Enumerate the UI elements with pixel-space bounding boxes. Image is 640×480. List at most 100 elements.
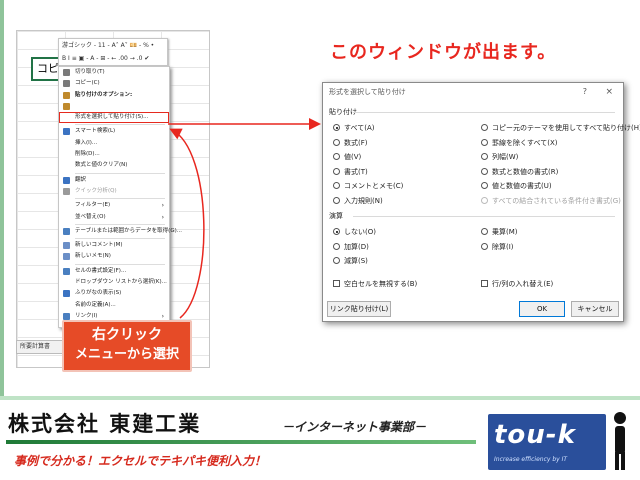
context-menu-item[interactable] [59,101,169,112]
skip-blanks-checkbox[interactable]: 空白セルを無視する(B) [333,279,417,289]
context-menu-item[interactable]: 翻訳 [59,175,169,186]
menu-item-label: フィルター(E) [75,202,111,209]
context-menu-item[interactable]: 切り取り(T) [59,67,169,78]
cancel-button[interactable]: キャンセル [571,301,619,317]
radio-label: すべて(A) [344,124,375,132]
context-menu-item[interactable]: ふりがなの表示(S) [59,288,169,299]
menu-separator [75,124,165,126]
context-menu-item[interactable]: ドロップダウン リストから選択(K)... [59,277,169,288]
context-menu-item[interactable]: 新しいメモ(N) [59,251,169,262]
context-menu-item[interactable]: 貼り付けのオプション: [59,90,169,101]
menu-item-icon [63,80,70,88]
radio-button [481,228,488,235]
help-icon[interactable]: ? [583,83,587,101]
radio-button [333,124,340,131]
menu-item-icon [63,242,70,250]
menu-item-icon [63,290,70,298]
radio-option[interactable]: 除算(I) [481,242,514,252]
menu-item-label: ふりがなの表示(S) [75,290,122,297]
context-menu-item[interactable]: セルの書式設定(F)... [59,266,169,277]
radio-option[interactable]: 入力規則(N) [333,196,383,206]
checkbox-box [481,280,488,287]
radio-label: しない(O) [344,228,376,236]
radio-button [481,196,488,204]
menu-item-icon [63,312,70,320]
checkbox-box [333,280,340,287]
headline: このウィンドウが出ます。 [330,42,557,63]
radio-option[interactable]: 数式(F) [333,138,368,148]
menu-item-label: 貼り付けのオプション: [75,91,133,98]
menu-item-label: コピー(C) [75,80,100,87]
transpose-checkbox[interactable]: 行/列の入れ替え(E) [481,279,553,289]
menu-separator [75,223,165,225]
radio-option[interactable]: コピー元のテーマを使用してすべて貼り付け(H) [481,123,640,133]
radio-option[interactable]: 列幅(W) [481,152,518,162]
menu-item-label: 挿入(I)... [75,139,98,146]
radio-label: 減算(S) [344,257,368,265]
radio-button [333,196,340,204]
context-menu-item[interactable]: 削除(D)... [59,149,169,160]
context-menu-item[interactable]: 並べ替え(O) › [59,212,169,223]
menu-item-label: スマート検索(L) [75,128,116,135]
person-icon [614,412,626,470]
menu-separator [75,238,165,240]
company-logo: tou-k Increase efficiency by IT [488,406,634,476]
menu-item-label: 削除(D)... [75,151,100,158]
callout-line2: メニューから選択 [74,347,179,362]
chevron-right-icon: › [161,202,164,210]
context-menu-item[interactable]: 形式を選択して貼り付け(S)... [59,112,169,124]
radio-label: コピー元のテーマを使用してすべて貼り付け(H) [492,124,640,132]
menu-item-label: 新しいメモ(N) [75,253,111,260]
context-menu-item[interactable]: テーブルまたは範囲からデータを取得(G)... [59,226,182,237]
department-name: －インターネット事業部－ [282,420,427,434]
menu-item-icon [63,253,70,261]
menu-item-icon [63,176,70,184]
context-menu-item[interactable]: クイック分析(Q) [59,186,169,197]
menu-item-label: テーブルまたは範囲からデータを取得(G)... [75,227,182,234]
context-menu-item[interactable]: 数式と値のクリア(N) [59,160,169,171]
radio-option[interactable]: 乗算(M) [481,227,518,237]
logo-text: tou-k [494,420,576,450]
menu-item-icon [63,102,70,110]
skip-blanks-label: 空白セルを無視する(B) [344,280,418,288]
radio-button [333,242,340,250]
context-menu-item[interactable]: フィルター(E) › [59,200,169,211]
menu-separator [75,198,165,200]
radio-label: 列幅(W) [492,153,519,161]
close-icon[interactable]: × [605,83,613,101]
radio-label: 罫線を除くすべて(X) [492,138,558,147]
context-menu-item[interactable]: 挿入(I)... [59,138,169,149]
radio-button [333,228,340,235]
logo-subtext: Increase efficiency by IT [494,456,568,463]
mini-toolbar[interactable]: 游ゴシック - 11 - A˄ A˅ 💴 - % • B I ≡ ▣ - A -… [58,38,168,66]
menu-item-icon [63,267,70,275]
menu-item-label: リンク(I) [75,312,98,319]
context-menu-item[interactable]: 新しいコメント(M) [59,240,169,251]
radio-option[interactable]: 値(V) [333,152,361,162]
radio-option[interactable]: 減算(S) [333,256,368,266]
radio-option[interactable]: コメントとメモ(C) [333,181,403,191]
mini-toolbar-format-row[interactable]: B I ≡ ▣ - A - ⊞ - ← .00 → .0 ✔ [59,52,167,65]
menu-item-icon [63,187,70,195]
sheet-tab[interactable]: 所要計算書 [16,340,64,354]
radio-option[interactable]: すべて(A) [333,123,374,133]
green-underline [6,440,476,444]
radio-option: すべての結合されている条件付き書式(G) [481,196,621,206]
context-menu-item[interactable]: 名前の定義(A)... [59,300,169,311]
ok-button[interactable]: OK [519,301,565,317]
paste-link-button[interactable]: リンク貼り付け(L) [327,301,391,317]
radio-option[interactable]: 値と数値の書式(U) [481,181,552,191]
radio-option[interactable]: 罫線を除くすべて(X) [481,138,558,148]
radio-option[interactable]: 書式(T) [333,167,368,177]
radio-option[interactable]: 加算(D) [333,242,369,252]
radio-label: 値(V) [344,153,362,161]
mini-toolbar-font-row[interactable]: 游ゴシック - 11 - A˄ A˅ 💴 - % • [59,39,167,52]
radio-option[interactable]: 数式と数値の書式(R) [481,167,558,177]
radio-option[interactable]: しない(O) [333,227,376,237]
context-menu-item[interactable]: コピー(C) [59,78,169,89]
dialog-titlebar: 形式を選択して貼り付け ? × [323,83,623,101]
context-menu-item[interactable]: スマート検索(L) [59,126,169,137]
company-name: 株式会社 東建工業 [8,411,202,436]
menu-separator [75,263,165,265]
transpose-label: 行/列の入れ替え(E) [492,280,554,288]
